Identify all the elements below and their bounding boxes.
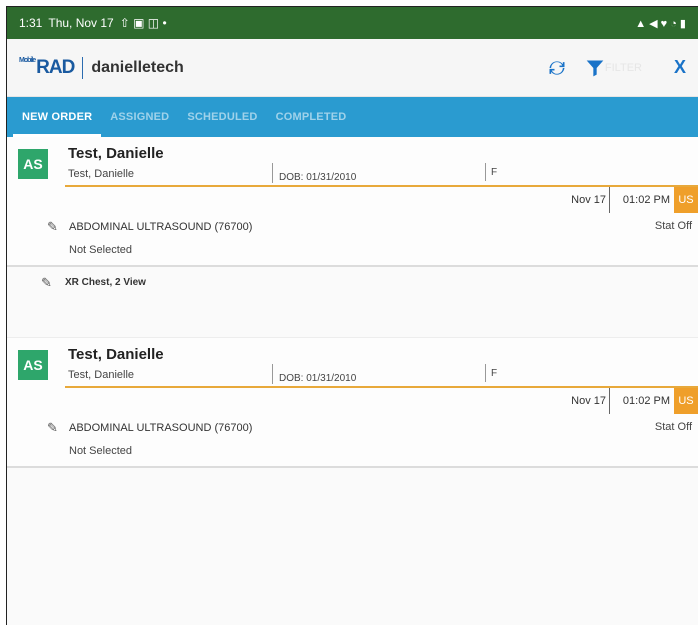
- logo-rad-text: RAD: [36, 56, 75, 78]
- exam-name: ABDOMINAL ULTRASOUND (76700): [69, 422, 253, 434]
- app-bar: Mobile RAD danielletech FILTER X: [7, 39, 698, 97]
- logo-divider: [82, 56, 84, 79]
- assignment-status: Not Selected: [7, 440, 698, 466]
- assignment-text: Not Selected: [69, 445, 132, 457]
- exam-name: XR Chest, 2 View: [65, 277, 146, 288]
- time-divider: [609, 187, 610, 213]
- avatar: AS: [18, 350, 48, 380]
- notification-icons: ⇧ ▣ ◫ •: [119, 16, 167, 30]
- logo-mobile-text: Mobile: [19, 56, 36, 64]
- status-time: 1:31: [19, 16, 43, 30]
- order-card[interactable]: AS Test, Danielle Test, Danielle DOB: 01…: [7, 137, 698, 267]
- app-logo: Mobile RAD: [19, 56, 75, 79]
- tab-scheduled[interactable]: SCHEDULED: [178, 97, 266, 137]
- exam-row-xr[interactable]: ✎ XR Chest, 2 View: [7, 267, 698, 338]
- order-time-row: Nov 17 01:02 PM US: [7, 388, 698, 416]
- order-date: Nov 17: [571, 395, 606, 407]
- stat-status: Stat Off: [654, 421, 692, 433]
- app-window: 1:31 Thu, Nov 17 ⇧ ▣ ◫ • ▲ ◀ ♥ ◔ ▮ Mobil…: [6, 6, 698, 625]
- exam-row[interactable]: ✎ ABDOMINAL ULTRASOUND (76700) Stat Off: [7, 215, 698, 239]
- status-date: Thu, Nov 17: [48, 16, 114, 30]
- stat-status: Stat Off: [654, 220, 692, 232]
- filter-button[interactable]: FILTER: [585, 57, 642, 79]
- status-bar: 1:31 Thu, Nov 17 ⇧ ▣ ◫ • ▲ ◀ ♥ ◔ ▮: [7, 7, 698, 39]
- filter-hint: FILTER: [604, 61, 642, 74]
- pencil-icon[interactable]: ✎: [47, 420, 58, 436]
- refresh-icon: [549, 60, 565, 75]
- username: danielletech: [91, 58, 184, 76]
- filter-icon: [586, 60, 604, 76]
- patient-subname: Test, Danielle: [68, 168, 135, 180]
- tab-new-order[interactable]: NEW ORDER: [13, 97, 102, 137]
- order-date: Nov 17: [571, 194, 606, 206]
- close-button[interactable]: X: [674, 57, 686, 78]
- tab-completed[interactable]: COMPLETED: [267, 97, 356, 137]
- exam-name: ABDOMINAL ULTRASOUND (76700): [69, 221, 253, 233]
- exam-row[interactable]: ✎ ABDOMINAL ULTRASOUND (76700) Stat Off: [7, 416, 698, 440]
- modality-badge: US: [674, 187, 698, 213]
- order-time: 01:02 PM: [622, 194, 670, 206]
- patient-header: AS Test, Danielle Test, Danielle DOB: 01…: [7, 137, 698, 187]
- time-divider: [609, 388, 610, 414]
- avatar: AS: [18, 149, 48, 179]
- order-time-row: Nov 17 01:02 PM US: [7, 187, 698, 215]
- patient-name: Test, Danielle: [68, 145, 164, 162]
- system-status-icons: ▲ ◀ ♥ ◔ ▮: [635, 17, 686, 30]
- assignment-status: Not Selected: [7, 239, 698, 265]
- modality-badge: US: [674, 388, 698, 414]
- patient-header: AS Test, Danielle Test, Danielle DOB: 01…: [7, 338, 698, 388]
- order-card[interactable]: AS Test, Danielle Test, Danielle DOB: 01…: [7, 338, 698, 468]
- patient-sex: F: [485, 163, 497, 181]
- assignment-text: Not Selected: [69, 244, 132, 256]
- pencil-icon[interactable]: ✎: [41, 275, 52, 291]
- patient-sex: F: [485, 364, 497, 382]
- patient-dob: DOB: 01/31/2010: [272, 163, 356, 183]
- order-time: 01:02 PM: [622, 395, 670, 407]
- refresh-button[interactable]: [547, 58, 567, 78]
- patient-subname: Test, Danielle: [68, 369, 135, 381]
- tab-assigned[interactable]: ASSIGNED: [101, 97, 178, 137]
- pencil-icon[interactable]: ✎: [47, 219, 58, 235]
- patient-name: Test, Danielle: [68, 346, 164, 363]
- tab-bar: NEW ORDER ASSIGNED SCHEDULED COMPLETED: [7, 97, 698, 137]
- patient-dob: DOB: 01/31/2010: [272, 364, 356, 384]
